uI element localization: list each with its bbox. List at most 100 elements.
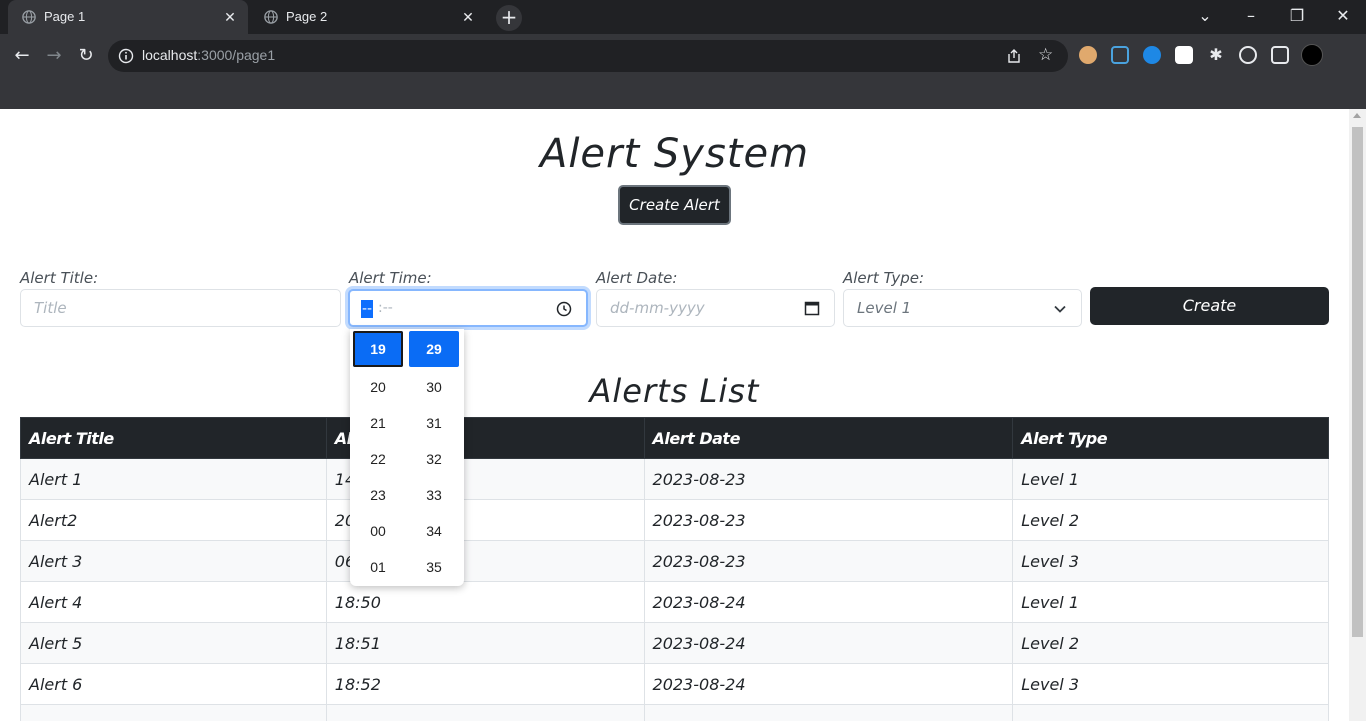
cell-date: 2023-08-23 [643, 458, 1014, 500]
alert-type-value: Level 1 [857, 299, 912, 317]
minute-option-selected[interactable]: 29 [409, 331, 459, 367]
side-panel-icon[interactable] [1271, 46, 1289, 64]
share-icon[interactable] [1006, 48, 1022, 64]
restore-icon[interactable]: ❐ [1287, 6, 1307, 25]
header-alert-type: Alert Type [1012, 417, 1329, 459]
cell-type: Level 3 [1012, 663, 1329, 705]
minute-option[interactable]: 33 [406, 477, 462, 513]
header-alert-title: Alert Title [20, 417, 327, 459]
globe-icon [264, 10, 278, 24]
alert-time-input[interactable]: -- :-- [348, 289, 588, 327]
minute-option[interactable]: 32 [406, 441, 462, 477]
cell-time: 18:51 [325, 622, 645, 664]
globe-icon [22, 10, 36, 24]
create-button[interactable]: Create [1090, 287, 1329, 325]
extension-square-icon[interactable] [1111, 46, 1129, 64]
cell-title: Alert 3 [20, 540, 327, 582]
new-tab-button[interactable]: + [496, 5, 522, 31]
hour-option-selected[interactable]: 19 [353, 331, 403, 367]
site-info-icon[interactable] [118, 48, 134, 64]
create-alert-button[interactable]: Create Alert [618, 185, 731, 225]
calendar-icon[interactable] [804, 300, 820, 316]
tab-search-chevron-icon[interactable]: ⌄ [1195, 6, 1215, 25]
hour-option[interactable]: 00 [350, 513, 406, 549]
extensions-puzzle-icon[interactable]: ✱ [1207, 46, 1225, 64]
minute-option[interactable]: 30 [406, 369, 462, 405]
extension-sync-icon[interactable] [1239, 46, 1257, 64]
cell-title: Alert 1 [20, 458, 327, 500]
alert-title-input[interactable]: Title [20, 289, 341, 327]
cell-type: Level 1 [1012, 581, 1329, 623]
cell-date: 2023-08-24 [643, 581, 1014, 623]
minute-option[interactable]: 31 [406, 405, 462, 441]
cell-time: 18:52 [325, 663, 645, 705]
chevron-down-icon [1054, 305, 1066, 313]
hour-option[interactable]: 23 [350, 477, 406, 513]
page-content: Alert System Create Alert Alert Title: T… [0, 109, 1349, 721]
address-bar[interactable]: localhost:3000/page1 ☆ [108, 40, 1068, 72]
scrollbar-thumb[interactable] [1352, 127, 1363, 637]
minute-option[interactable]: 35 [406, 549, 462, 585]
hour-column[interactable]: 19 20 21 22 23 00 01 [350, 329, 406, 585]
minimize-icon[interactable]: – [1241, 6, 1261, 25]
reload-icon[interactable]: ↻ [74, 44, 98, 68]
cell-date [643, 704, 1014, 721]
cell-type: Level 2 [1012, 622, 1329, 664]
url-path: :3000/page1 [197, 47, 276, 63]
extension-avatar-icon[interactable] [1079, 46, 1097, 64]
cell-title: Alert 5 [20, 622, 327, 664]
table-row: Alert 6 18:52 2023-08-24 Level 3 [20, 663, 1329, 705]
cell-title: Alert 6 [20, 663, 327, 705]
table-row: Alert 3 06 2023-08-23 Level 3 [20, 540, 1329, 582]
forward-arrow-icon[interactable]: → [42, 44, 66, 68]
alerts-table: Alert Title Alert Time Alert Date Alert … [20, 417, 1329, 721]
alert-type-select[interactable]: Level 1 [843, 289, 1082, 327]
table-row: Alert 4 18:50 2023-08-24 Level 1 [20, 581, 1329, 623]
scroll-up-arrow-icon[interactable] [1353, 113, 1361, 118]
tab-title: Page 2 [286, 9, 328, 24]
alert-date-input[interactable]: dd-mm-yyyy [596, 289, 835, 327]
url-host: localhost [142, 47, 198, 63]
table-row: Alert 1 14 2023-08-23 Level 1 [20, 458, 1329, 500]
hour-option[interactable]: 01 [350, 549, 406, 585]
table-row [20, 704, 1329, 721]
title-placeholder: Title [34, 299, 67, 317]
cell-title: Alert2 [20, 499, 327, 541]
cell-type [1012, 704, 1329, 721]
cell-type: Level 3 [1012, 540, 1329, 582]
cell-title [20, 704, 327, 721]
browser-tab-page-1[interactable]: Page 1 ✕ [8, 0, 248, 34]
time-minute-segment[interactable]: :-- [378, 300, 393, 316]
header-alert-date: Alert Date [643, 417, 1014, 459]
time-hour-segment[interactable]: -- [361, 300, 374, 318]
cell-type: Level 1 [1012, 458, 1329, 500]
hour-option[interactable]: 21 [350, 405, 406, 441]
bookmark-star-icon[interactable]: ☆ [1038, 45, 1053, 65]
close-tab-icon[interactable]: ✕ [460, 9, 476, 25]
alert-type-label: Alert Type: [843, 269, 925, 287]
clock-icon[interactable] [556, 301, 572, 317]
alert-title-label: Alert Title: [20, 269, 99, 287]
browser-tab-strip: Page 1 ✕ Page 2 ✕ + ⌄ – ❐ ✕ [0, 0, 1366, 34]
extension-edge-icon[interactable] [1143, 46, 1161, 64]
page-scrollbar[interactable] [1349, 109, 1366, 721]
minute-column[interactable]: 29 30 31 32 33 34 35 [406, 329, 462, 585]
tab-title: Page 1 [44, 9, 86, 24]
page-title: Alert System [539, 131, 810, 177]
profile-avatar[interactable] [1301, 44, 1323, 66]
table-row: Alert 5 18:51 2023-08-24 Level 2 [20, 622, 1329, 664]
back-arrow-icon[interactable]: ← [10, 44, 34, 68]
table-row: Alert2 20 2023-08-23 Level 2 [20, 499, 1329, 541]
hour-option[interactable]: 22 [350, 441, 406, 477]
extension-s-icon[interactable] [1175, 46, 1193, 64]
cell-date: 2023-08-23 [643, 540, 1014, 582]
table-header-row: Alert Title Alert Time Alert Date Alert … [20, 417, 1329, 459]
close-tab-icon[interactable]: ✕ [222, 9, 238, 25]
browser-tab-page-2[interactable]: Page 2 ✕ [250, 0, 486, 34]
cell-time: 18:50 [325, 581, 645, 623]
hour-option[interactable]: 20 [350, 369, 406, 405]
alert-time-label: Alert Time: [349, 269, 432, 287]
close-window-icon[interactable]: ✕ [1333, 6, 1353, 25]
cell-title: Alert 4 [20, 581, 327, 623]
minute-option[interactable]: 34 [406, 513, 462, 549]
